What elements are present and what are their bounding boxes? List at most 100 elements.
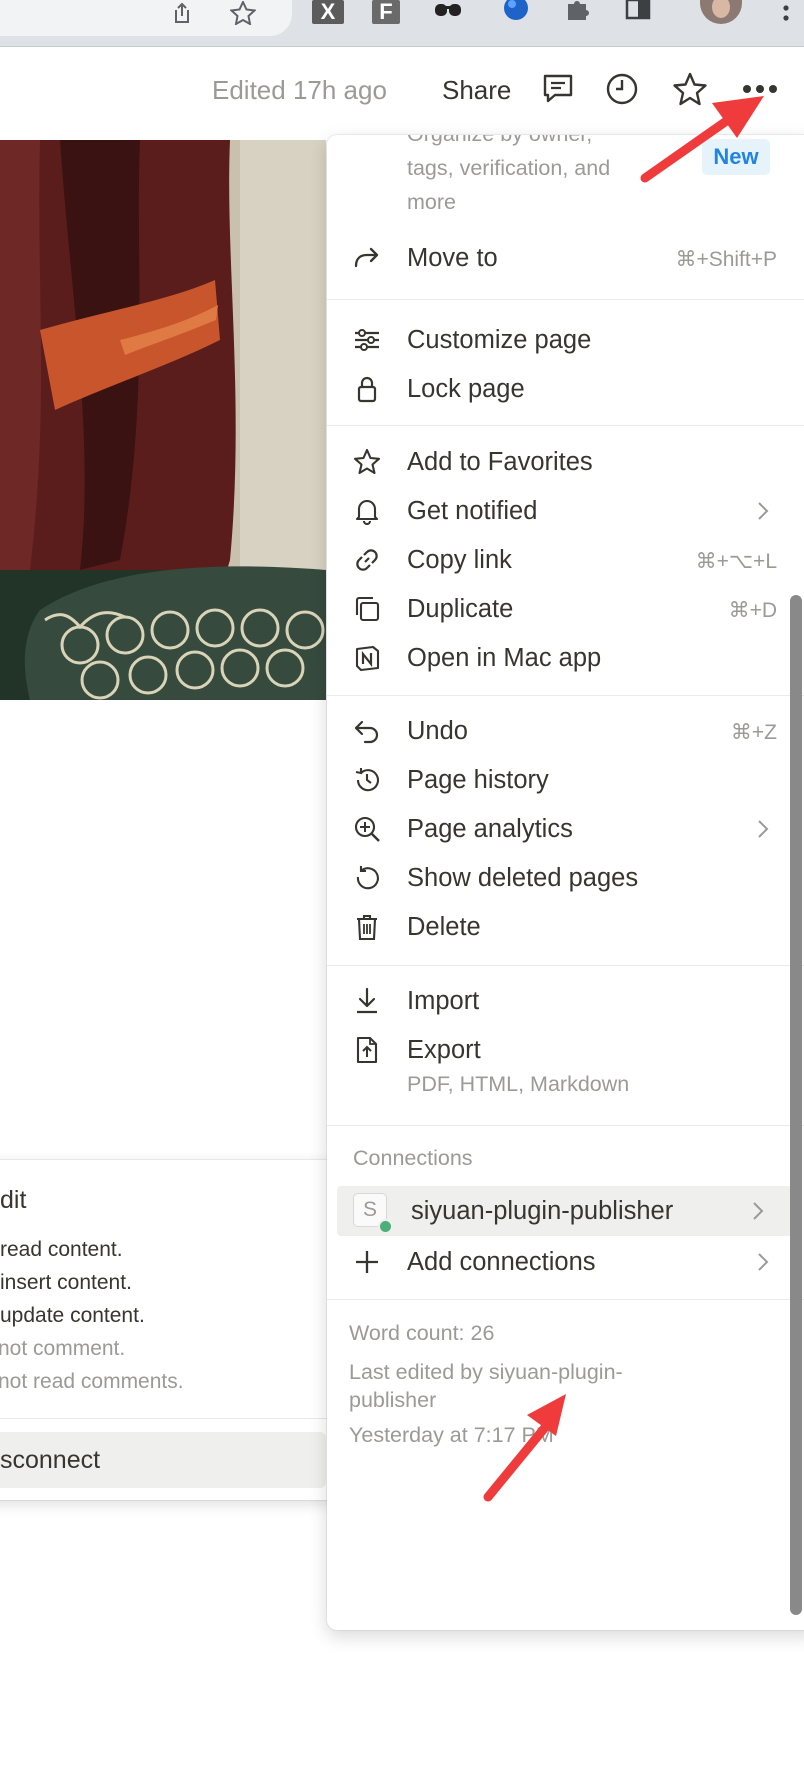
feature-promo-line-1: Organize by owner, [407, 135, 592, 147]
permission-insert-content: insert content. [0, 1271, 132, 1294]
menu-label: Duplicate [407, 595, 514, 623]
connection-status-dot [378, 1219, 393, 1234]
menu-item-open-in-mac-app[interactable]: Open in Mac app [327, 633, 804, 683]
menu-item-show-deleted-pages[interactable]: Show deleted pages [327, 853, 804, 903]
duplicate-icon [353, 595, 381, 623]
connection-detail-popup: dit read content. insert content. update… [0, 1160, 335, 1500]
menu-item-copy-link[interactable]: Copy link ⌘+⌥+L [327, 535, 804, 585]
file-upload-icon [353, 1036, 381, 1064]
connection-access-title: dit [0, 1186, 27, 1214]
menu-label: Add to Favorites [407, 448, 593, 476]
extensions-puzzle-icon[interactable] [562, 0, 594, 24]
history-icon [353, 766, 381, 794]
favorite-star-icon[interactable] [670, 69, 710, 109]
menu-item-delete[interactable]: Delete [327, 902, 804, 952]
menu-label: Show deleted pages [407, 864, 639, 892]
trash-icon [353, 913, 381, 941]
menu-label: Open in Mac app [407, 644, 602, 672]
chevron-right-icon [758, 1253, 769, 1271]
divider [0, 1418, 335, 1419]
browser-toolbar: X F [0, 0, 804, 47]
disconnect-label: sconnect [0, 1446, 101, 1474]
share-page-icon[interactable] [172, 2, 192, 24]
permission-update-content: update content. [0, 1304, 145, 1327]
divider [327, 299, 804, 300]
more-options-icon[interactable] [740, 69, 780, 109]
extension-f-icon[interactable]: F [372, 0, 400, 24]
divider [327, 425, 804, 426]
notion-icon [353, 644, 381, 672]
bookmark-star-icon[interactable] [230, 1, 256, 25]
undo-icon [353, 717, 381, 745]
star-icon [353, 448, 381, 476]
menu-label: Page history [407, 766, 549, 794]
menu-item-page-history[interactable]: Page history [327, 755, 804, 805]
shortcut-hint: ⌘+⌥+L [695, 550, 777, 573]
menu-label: Copy link [407, 546, 512, 574]
arrow-turn-right-icon [353, 244, 381, 272]
shortcut-hint: ⌘+D [728, 599, 777, 622]
menu-item-undo[interactable]: Undo ⌘+Z [327, 706, 804, 756]
plus-icon [353, 1248, 381, 1276]
profile-avatar[interactable] [700, 0, 742, 24]
word-count: Word count: 26 [349, 1321, 495, 1345]
last-edited-timestamp: Yesterday at 7:17 PM [349, 1423, 554, 1447]
extension-globe-icon[interactable] [500, 0, 532, 24]
menu-item-page-analytics[interactable]: Page analytics [327, 804, 804, 854]
browser-menu-icon[interactable] [782, 4, 790, 31]
permission-read-content: read content. [0, 1238, 123, 1261]
divider [327, 1299, 804, 1300]
menu-scrollbar[interactable] [790, 595, 802, 1615]
menu-item-add-to-favorites[interactable]: Add to Favorites [327, 437, 804, 487]
connection-item-siyuan[interactable]: S siyuan-plugin-publisher [337, 1186, 792, 1236]
permission-no-comment: not comment. [0, 1337, 126, 1360]
chevron-right-icon [758, 502, 769, 520]
permission-no-read-comments: not read comments. [0, 1370, 184, 1393]
disconnect-button[interactable]: sconnect [0, 1432, 326, 1488]
page-cover-image [0, 140, 326, 700]
comments-icon[interactable] [538, 69, 578, 109]
shortcut-hint: ⌘+Z [730, 721, 777, 744]
connections-heading: Connections [353, 1146, 473, 1170]
new-badge: New [702, 139, 770, 175]
menu-item-export[interactable]: Export PDF, HTML, Markdown [327, 1025, 804, 1109]
updates-clock-icon[interactable] [602, 69, 642, 109]
menu-label: Delete [407, 913, 481, 941]
menu-label: Import [407, 987, 480, 1015]
divider [327, 695, 804, 696]
lock-icon [353, 375, 381, 403]
last-edited-by: Last edited by siyuan-plugin- [349, 1360, 623, 1384]
divider [327, 1125, 804, 1126]
menu-item-duplicate[interactable]: Duplicate ⌘+D [327, 584, 804, 634]
menu-label: Page analytics [407, 815, 573, 843]
menu-label: Get notified [407, 497, 538, 525]
menu-item-move-to[interactable]: Move to ⌘+Shift+P [327, 233, 804, 283]
divider [327, 965, 804, 966]
link-icon [353, 546, 381, 574]
last-edited-by-cont: publisher [349, 1388, 437, 1412]
address-bar[interactable] [0, 0, 292, 36]
chevron-right-icon [753, 1202, 764, 1220]
menu-item-customize-page[interactable]: Customize page [327, 315, 804, 365]
export-formats: PDF, HTML, Markdown [407, 1072, 630, 1096]
menu-label: Lock page [407, 375, 525, 403]
extension-x-icon[interactable]: X [312, 0, 344, 24]
menu-item-lock-page[interactable]: Lock page [327, 364, 804, 414]
menu-item-add-connections[interactable]: Add connections [327, 1237, 804, 1287]
share-button[interactable]: Share [442, 75, 511, 106]
side-panel-icon[interactable] [622, 0, 654, 24]
edited-timestamp: Edited 17h ago [212, 75, 387, 105]
download-icon [353, 987, 381, 1015]
extension-glasses-icon[interactable] [432, 0, 464, 24]
page-options-menu: Organize by owner, tags, verification, a… [327, 135, 804, 1630]
menu-label: Customize page [407, 326, 592, 354]
bell-icon [353, 497, 381, 525]
restore-icon [353, 864, 381, 892]
menu-label: Add connections [407, 1248, 596, 1276]
connection-name: siyuan-plugin-publisher [411, 1197, 674, 1225]
sliders-icon [353, 326, 381, 354]
menu-item-import[interactable]: Import [327, 976, 804, 1026]
menu-label: Move to [407, 244, 498, 272]
page-topbar: Edited 17h ago Share [0, 47, 804, 137]
menu-item-get-notified[interactable]: Get notified [327, 486, 804, 536]
